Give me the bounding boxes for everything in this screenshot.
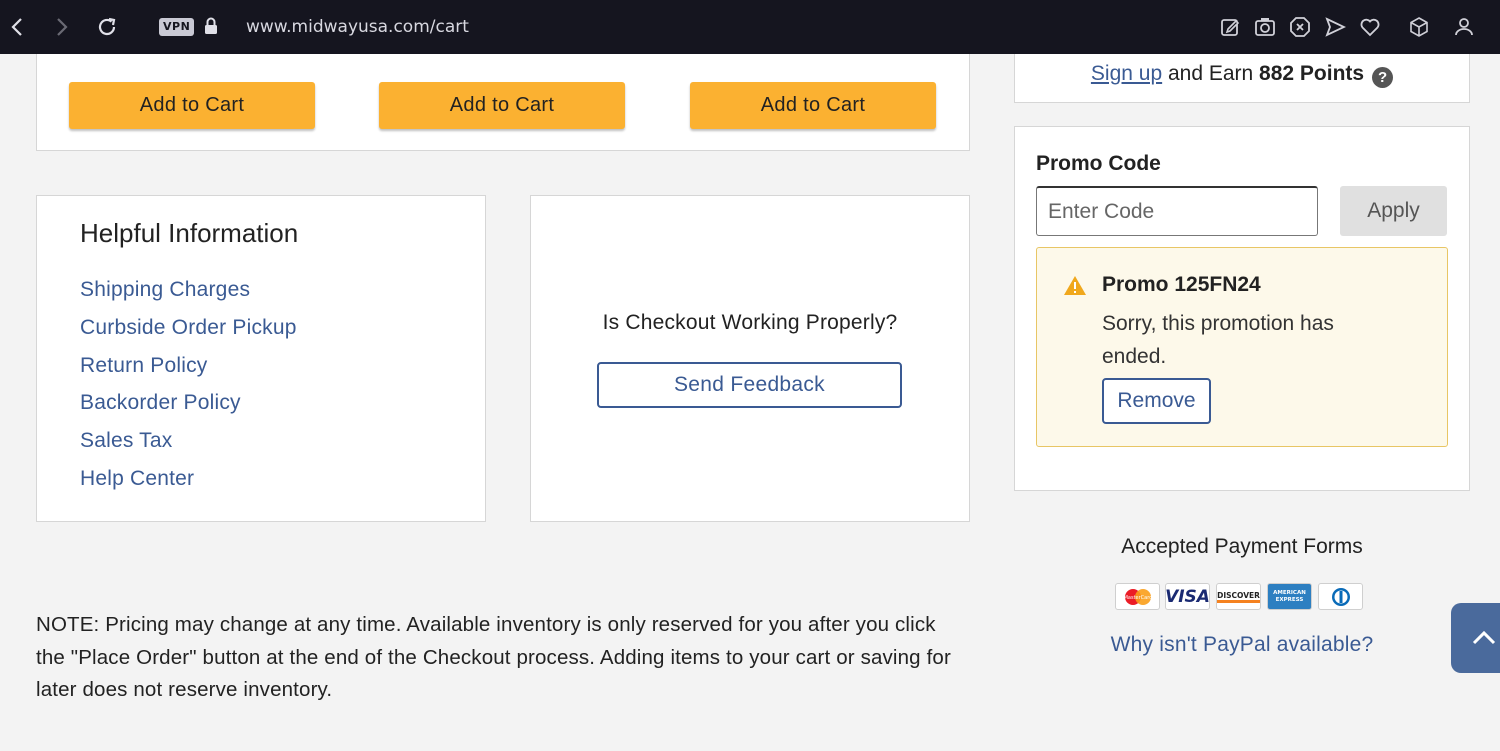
send-icon[interactable] [1324, 16, 1347, 38]
sign-up-link[interactable]: Sign up [1091, 62, 1162, 85]
heart-icon[interactable] [1359, 16, 1381, 38]
promo-code-input[interactable] [1036, 186, 1318, 236]
points-value: 882 Points [1259, 62, 1365, 85]
feedback-panel [530, 195, 970, 522]
add-to-cart-button[interactable]: Add to Cart [379, 82, 625, 129]
curbside-pickup-link[interactable]: Curbside Order Pickup [80, 316, 297, 340]
payment-forms-title: Accepted Payment Forms [1121, 535, 1363, 558]
feedback-question: Is Checkout Working Properly? [602, 311, 898, 334]
sales-tax-link[interactable]: Sales Tax [80, 429, 172, 453]
discover-text: DISCOVER [1217, 591, 1260, 603]
send-feedback-button[interactable]: Send Feedback [597, 362, 902, 408]
add-to-cart-button[interactable]: Add to Cart [690, 82, 936, 129]
vpn-badge[interactable]: VPN [159, 18, 195, 36]
cube-icon[interactable] [1408, 16, 1430, 38]
back-icon[interactable] [5, 15, 29, 39]
lock-icon[interactable] [204, 17, 218, 40]
browser-toolbar: VPN www.midwayusa.com/cart [0, 0, 1500, 54]
visa-text: VISA [1165, 586, 1210, 607]
chevron-up-icon [1472, 630, 1496, 645]
paypal-info-link[interactable]: Why isn't PayPal available? [1014, 633, 1470, 657]
visa-icon: VISA [1165, 583, 1210, 610]
camera-icon[interactable] [1254, 16, 1276, 38]
diners-club-icon [1318, 583, 1363, 610]
reload-icon[interactable] [95, 15, 119, 39]
address-bar[interactable]: www.midwayusa.com/cart [246, 17, 469, 37]
help-icon[interactable]: ? [1372, 67, 1394, 88]
add-to-cart-button[interactable]: Add to Cart [69, 82, 315, 129]
rewards-line: Sign up and Earn 882 Points? [1014, 62, 1470, 88]
promo-alert-title: Promo 125FN24 [1102, 273, 1261, 296]
ad-block-icon[interactable] [1289, 16, 1311, 38]
help-center-link[interactable]: Help Center [80, 467, 194, 491]
mastercard-icon: MasterCard [1115, 583, 1160, 610]
earn-text: and Earn [1162, 62, 1260, 85]
mastercard-text: MasterCard [1123, 595, 1152, 601]
amex-icon: AMERICAN EXPRESS [1267, 583, 1312, 610]
promo-alert-message: Sorry, this promotion has ended. [1102, 312, 1334, 368]
remove-promo-button[interactable]: Remove [1102, 378, 1211, 424]
inventory-note: NOTE: Pricing may change at any time. Av… [36, 613, 951, 701]
forward-icon[interactable] [50, 15, 74, 39]
discover-icon: DISCOVER [1216, 583, 1261, 610]
edit-icon[interactable] [1219, 16, 1241, 38]
shipping-charges-link[interactable]: Shipping Charges [80, 278, 250, 302]
warning-icon [1063, 275, 1087, 301]
return-policy-link[interactable]: Return Policy [80, 354, 207, 378]
amex-text: AMERICAN EXPRESS [1273, 589, 1306, 603]
scroll-to-top-button[interactable] [1451, 603, 1500, 673]
helpful-information-heading: Helpful Information [80, 218, 299, 248]
promo-code-label: Promo Code [1036, 152, 1161, 175]
profile-icon[interactable] [1453, 16, 1475, 38]
backorder-policy-link[interactable]: Backorder Policy [80, 391, 241, 415]
apply-button[interactable]: Apply [1340, 186, 1447, 236]
